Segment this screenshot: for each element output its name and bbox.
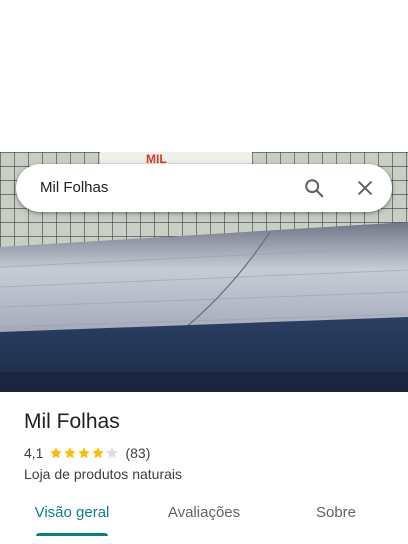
star-icon xyxy=(106,447,119,459)
star-icon xyxy=(64,447,77,459)
place-category[interactable]: Loja de produtos naturais xyxy=(24,465,182,483)
star-icon xyxy=(92,447,105,459)
search-bar[interactable]: Mil Folhas xyxy=(16,164,392,212)
search-icon xyxy=(305,179,324,198)
star-icon xyxy=(50,447,63,459)
place-tabs: Visão geral Avaliações Sobre xyxy=(0,498,408,544)
close-icon xyxy=(358,181,372,195)
rating-value: 4,1 xyxy=(24,445,44,461)
place-title: Mil Folhas xyxy=(24,410,120,433)
rating-stars xyxy=(49,446,119,460)
tab-overview[interactable]: Visão geral xyxy=(24,498,120,536)
active-tab-indicator xyxy=(36,533,108,536)
review-count[interactable]: (83) xyxy=(125,445,150,461)
tab-reviews[interactable]: Avaliações xyxy=(156,498,252,536)
star-icon xyxy=(78,447,91,459)
search-input[interactable]: Mil Folhas xyxy=(40,164,108,212)
tab-about[interactable]: Sobre xyxy=(288,498,384,536)
rating-row[interactable]: 4,1 (83) xyxy=(24,444,150,462)
search-button[interactable] xyxy=(298,172,330,204)
close-button[interactable] xyxy=(349,172,381,204)
